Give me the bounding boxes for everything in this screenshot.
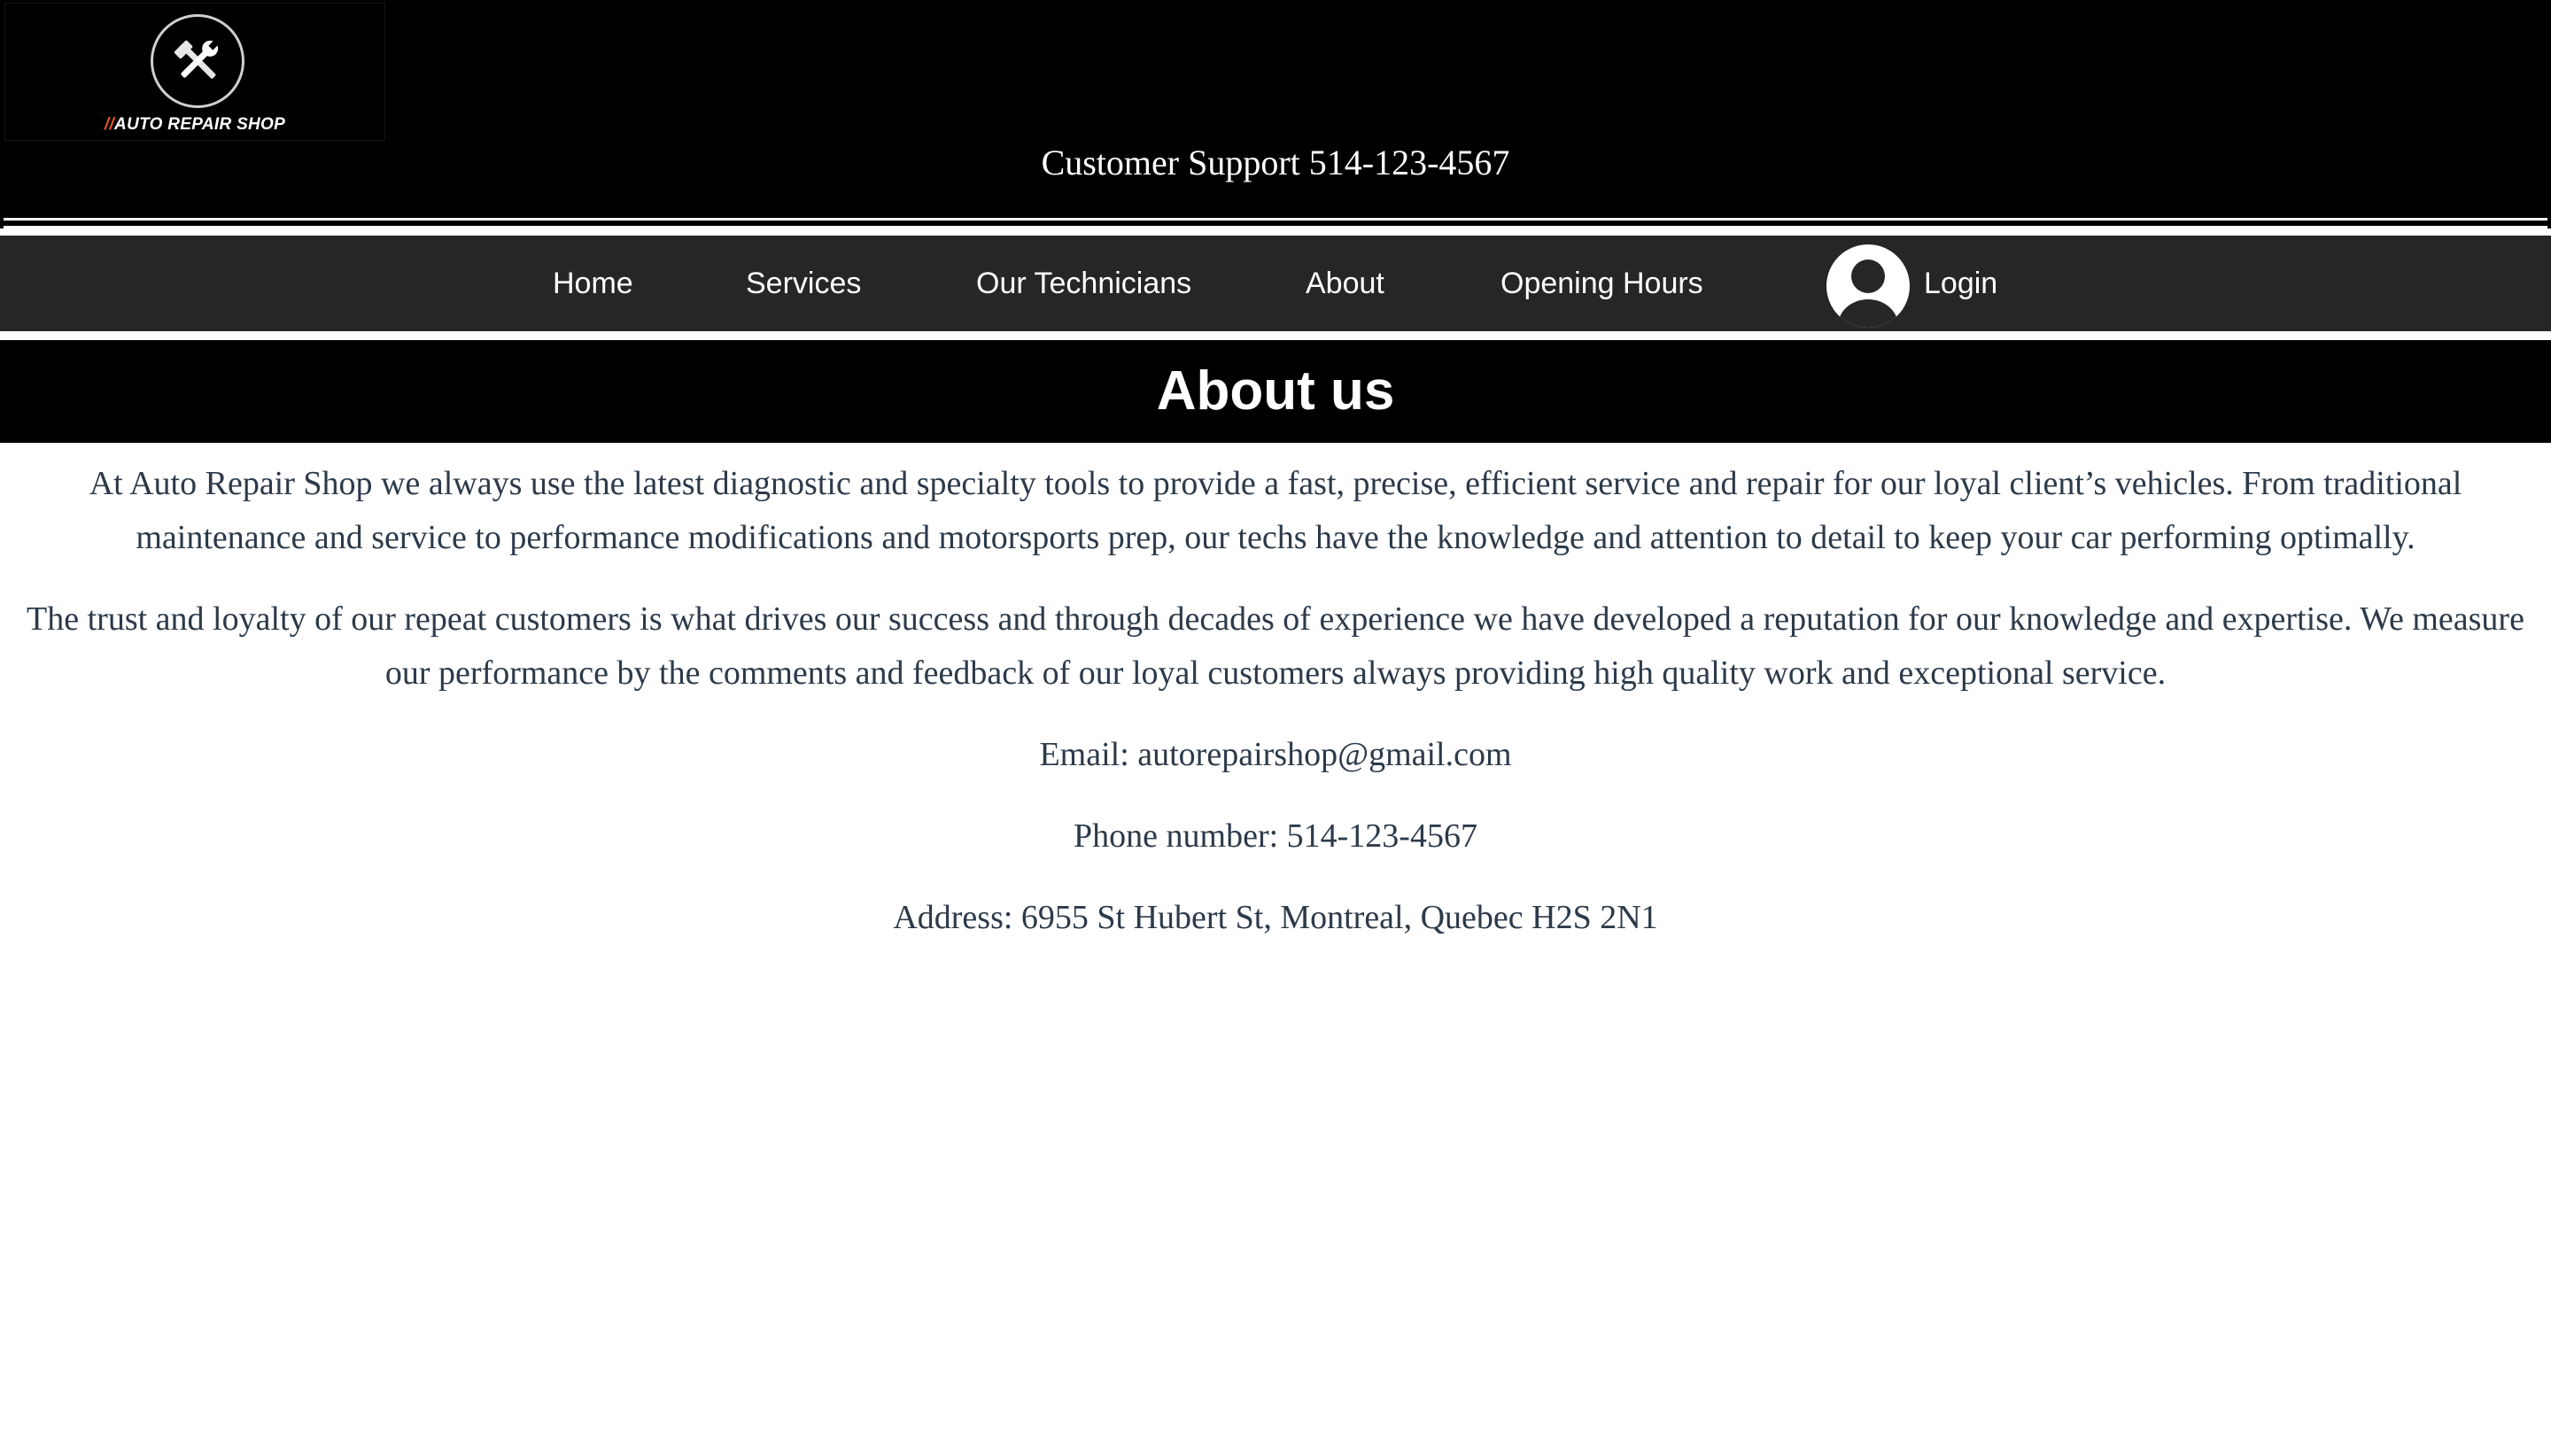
contact-address: Address: 6955 St Hubert St, Montreal, Qu… [893,899,1658,936]
hammer-wrench-icon [174,40,219,79]
nav-opening-hours-link[interactable]: Opening Hours [1500,236,1703,331]
user-avatar-icon [1826,244,1910,328]
customer-support-text: Customer Support 514-123-4567 [1041,143,1510,182]
logo-slashes: // [104,115,115,134]
about-paragraph-tools: At Auto Repair Shop we always use the la… [89,465,2462,556]
main-nav: Home Services Our Technicians About Open… [0,236,2551,331]
site-logo[interactable]: //AUTO REPAIR SHOP [5,4,384,140]
nav-home-link[interactable]: Home [553,236,633,331]
logo-emblem [151,14,244,108]
page-title: About us [1156,360,1395,422]
about-paragraph-trust: The trust and loyalty of our repeat cust… [27,600,2524,692]
nav-about-link[interactable]: About [1306,236,1384,331]
logo-brand-text: //AUTO REPAIR SHOP [5,115,384,135]
about-banner: About us [0,340,2551,443]
nav-our-technicians-link[interactable]: Our Technicians [976,236,1191,331]
top-header: //AUTO REPAIR SHOP Customer Support 514-… [0,0,2551,228]
header-divider [4,218,2547,228]
about-content: At Auto Repair Shop we always use the la… [14,457,2537,972]
logo-brand-name: AUTO REPAIR SHOP [114,115,286,134]
login-label: Login [1924,267,1998,300]
nav-services-link[interactable]: Services [746,236,861,331]
contact-email: Email: autorepairshop@gmail.com [1039,736,1512,773]
contact-phone: Phone number: 514-123-4567 [1074,817,1477,855]
